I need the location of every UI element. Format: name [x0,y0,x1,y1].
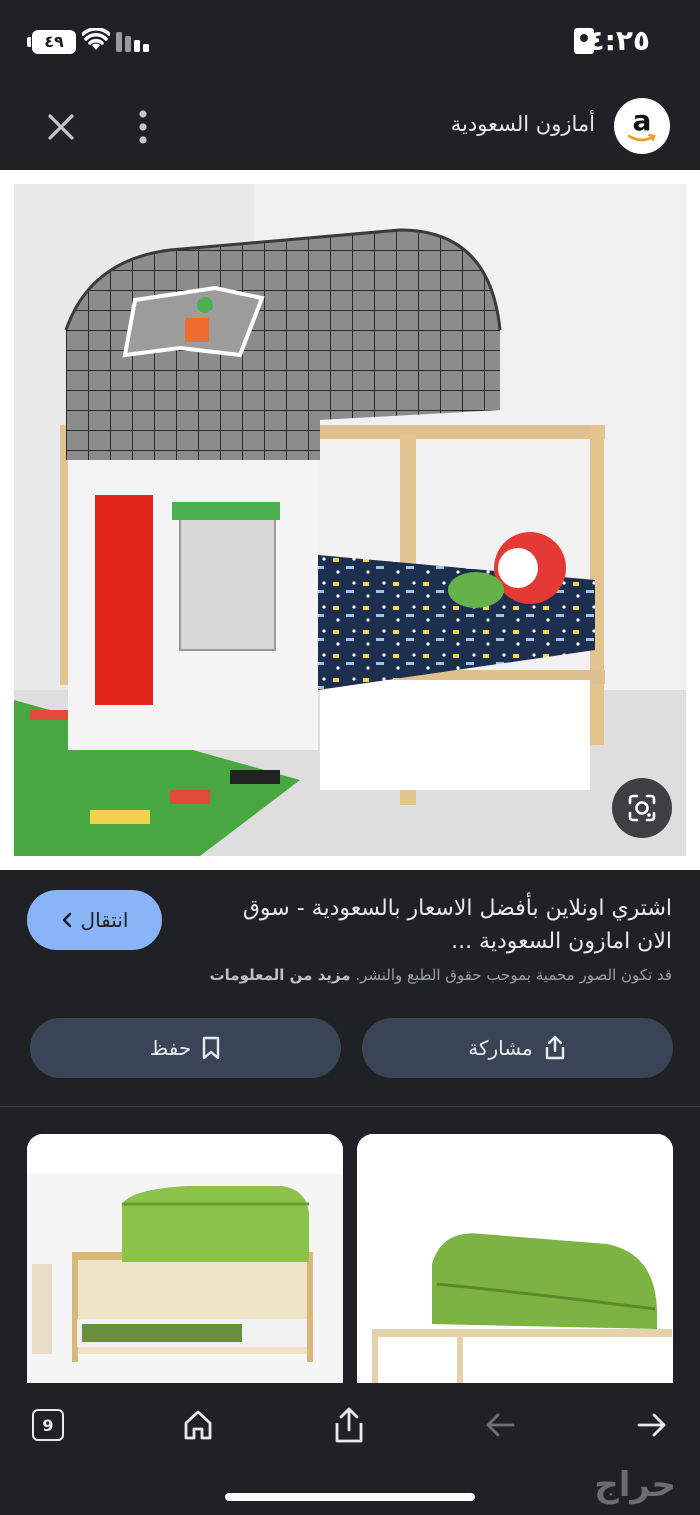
loft-bed-tent-illustration [14,184,686,856]
forward-button[interactable] [630,1403,674,1447]
save-button[interactable]: حفظ [30,1018,341,1078]
related-image-card[interactable] [357,1134,673,1383]
signal-icon [116,32,149,52]
copyright-notice: قد تكون الصور محمية بموجب حقوق الطبع وال… [210,966,672,984]
related-images [0,1107,700,1383]
home-button[interactable] [176,1403,220,1447]
green-tent-bed-thumbnail [27,1134,343,1383]
lens-icon [628,794,656,822]
status-time: ٤:٢٥ [587,24,650,57]
bookmark-icon [203,1036,220,1060]
more-options-button[interactable] [128,106,158,148]
logo-letter: a [632,104,652,137]
viewer-header: أمازون السعودية a [0,82,700,170]
haraj-watermark: حراج [594,1465,676,1505]
arrow-back-icon [486,1413,515,1437]
close-button[interactable] [40,106,82,148]
result-title[interactable]: اشتري اونلاين بأفضل الاسعار بالسعودية - … [202,892,672,958]
lens-search-button[interactable] [612,778,672,838]
bottom-navigation: 9 حراج [0,1383,700,1515]
result-info: انتقال اشتري اونلاين بأفضل الاسعار بالسع… [0,870,700,1107]
main-product-image[interactable] [0,170,700,870]
share-button[interactable]: مشاركة [362,1018,673,1078]
green-canopy-thumbnail [357,1134,673,1383]
amazon-logo[interactable]: a [614,98,670,154]
visit-label: انتقال [80,908,129,932]
chevron-left-icon [62,912,71,928]
close-icon [48,114,74,140]
more-info-link[interactable]: مزيد من المعلومات [210,966,351,984]
tabs-count: 9 [32,1409,64,1441]
share-icon [335,1407,363,1443]
more-vert-icon [139,110,147,144]
home-icon [184,1410,212,1440]
share-page-button[interactable] [327,1403,371,1447]
tabs-button[interactable]: 9 [26,1403,70,1447]
amazon-smile-icon [628,134,656,142]
arrow-forward-icon [637,1413,666,1437]
share-label: مشاركة [468,1036,533,1060]
share-icon [545,1035,564,1060]
save-label: حفظ [149,1036,192,1060]
visit-button[interactable]: انتقال [27,890,162,950]
source-site-name[interactable]: أمازون السعودية [451,112,595,136]
related-image-card[interactable] [27,1134,343,1383]
status-bar: ٤٩ ٤:٢٥ [0,0,700,82]
back-button[interactable] [478,1403,522,1447]
notice-text: قد تكون الصور محمية بموجب حقوق الطبع وال… [355,966,672,984]
wifi-icon [82,28,110,50]
home-indicator[interactable] [225,1493,475,1501]
battery-indicator: ٤٩ [27,30,76,54]
